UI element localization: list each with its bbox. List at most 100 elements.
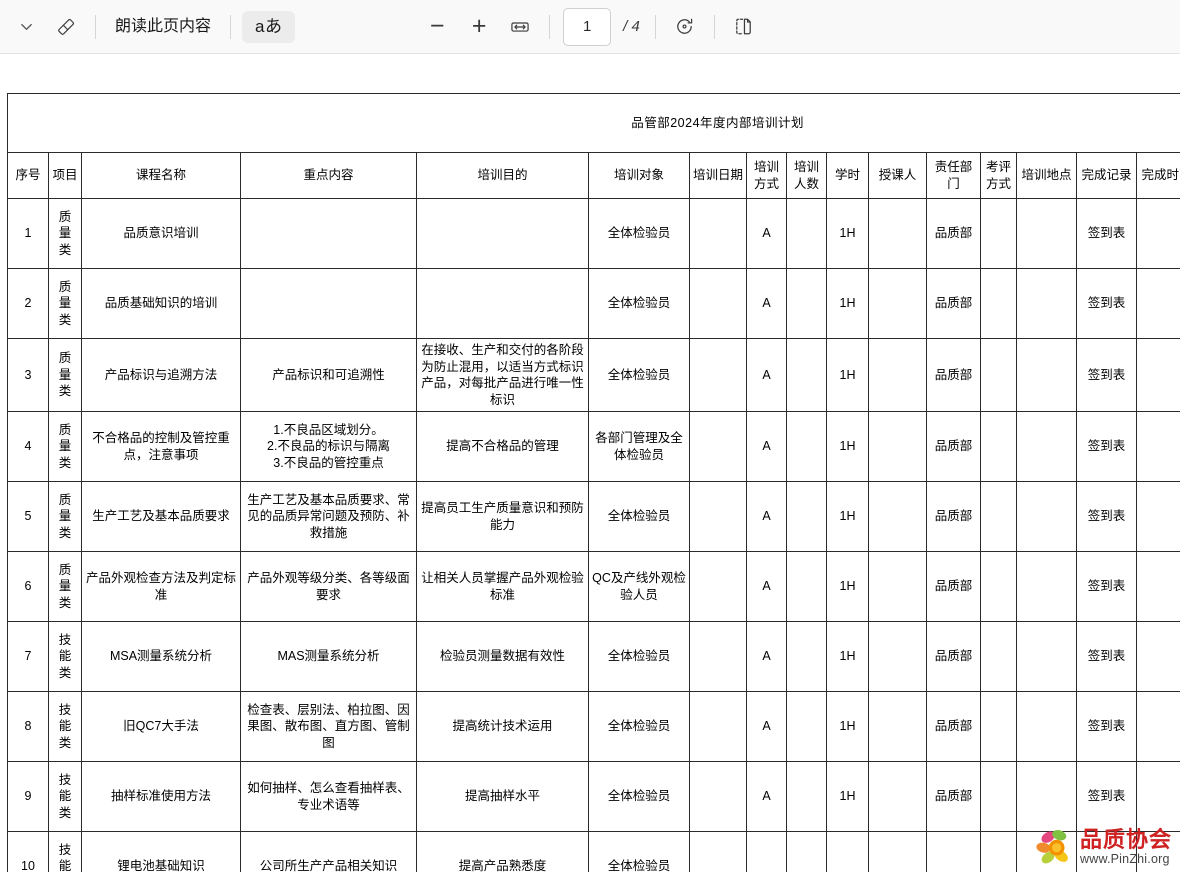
cell-category: 质量类: [48, 268, 82, 339]
cell-index: 3: [7, 338, 49, 412]
cell-location: [1016, 411, 1077, 482]
cell-object: 全体检验员: [588, 481, 690, 552]
rotate-clockwise-icon[interactable]: [665, 9, 705, 45]
cell-index: 6: [7, 551, 49, 622]
cell-lecturer: [868, 621, 927, 692]
cell-department: 品质部: [926, 411, 981, 482]
cell-course-name: 产品外观检查方法及判定标准: [81, 551, 241, 622]
cell-evaluation: [980, 268, 1017, 339]
page-layout-icon[interactable]: [724, 9, 764, 45]
zoom-out-button[interactable]: −: [416, 8, 458, 46]
cell-hours: 1H: [826, 338, 869, 412]
cell-record: 签到表: [1076, 338, 1137, 412]
cell-hours: 1H: [826, 761, 869, 832]
column-header: 培训地点: [1016, 152, 1077, 199]
table-row: 6 质量类 产品外观检查方法及判定标准 产品外观等级分类、各等级面要求 让相关人员掌握产…: [7, 551, 1180, 622]
cell-finish-time: [1136, 268, 1180, 339]
read-aloud-button[interactable]: 朗读此页内容: [105, 9, 221, 45]
toolbar-divider-1: [95, 14, 96, 39]
cell-course-name: 生产工艺及基本品质要求: [81, 481, 241, 552]
cell-finish-time: [1136, 831, 1180, 872]
text-size-button[interactable]: aあ: [242, 10, 296, 43]
cell-lecturer: [868, 338, 927, 412]
cell-key-content: MAS测量系统分析: [240, 621, 417, 692]
cell-people: [786, 411, 827, 482]
cell-lecturer: [868, 831, 927, 872]
cell-lecturer: [868, 411, 927, 482]
cell-finish-time: [1136, 481, 1180, 552]
cell-department: 品质部: [926, 481, 981, 552]
toolbar-divider-3: [549, 14, 551, 39]
cell-object: 全体检验员: [588, 621, 690, 692]
cell-mode: A: [746, 621, 787, 692]
cell-record: 签到表: [1076, 621, 1137, 692]
cell-location: [1016, 198, 1077, 269]
cell-location: [1016, 551, 1077, 622]
pdf-viewer-toolbar: 朗读此页内容 aあ − + / 4: [0, 0, 1180, 54]
cell-lecturer: [868, 551, 927, 622]
cell-finish-time: [1136, 761, 1180, 832]
cell-index: 1: [7, 198, 49, 269]
column-header: 完成时间: [1136, 152, 1180, 199]
cell-purpose: [416, 268, 589, 339]
table-header-row: 序号 项目 课程名称 重点内容 培训目的 培训对象 培训日期 培训方式 培训人数 学时 授课人 责任部…: [7, 152, 1180, 199]
cell-record: 签到表: [1076, 411, 1137, 482]
cell-location: [1016, 338, 1077, 412]
zoom-in-button[interactable]: +: [458, 8, 500, 46]
cell-purpose: 提高不合格品的管理: [416, 411, 589, 482]
cell-department: 品质部: [926, 551, 981, 622]
cell-course-name: 抽样标准使用方法: [81, 761, 241, 832]
column-header: 项目: [48, 152, 82, 199]
chevron-down-icon[interactable]: [6, 9, 46, 45]
cell-course-name: 旧QC7大手法: [81, 691, 241, 762]
cell-people: [786, 761, 827, 832]
column-header: 学时: [826, 152, 869, 199]
cell-evaluation: [980, 831, 1017, 872]
column-header: 授课人: [868, 152, 927, 199]
cell-department: 品质部: [926, 691, 981, 762]
cell-category: 质量类: [48, 481, 82, 552]
page-number-input[interactable]: [563, 7, 612, 46]
cell-key-content: 1.不良品区域划分。 2.不良品的标识与隔离 3.不良品的管控重点: [240, 411, 417, 482]
cell-key-content: 生产工艺及基本品质要求、常见的品质异常问题及预防、补救措施: [240, 481, 417, 552]
cell-department: 品质部: [926, 198, 981, 269]
cell-key-content: [240, 198, 417, 269]
cell-mode: A: [746, 411, 787, 482]
toolbar-divider-2: [230, 14, 232, 39]
cell-mode: A: [746, 481, 787, 552]
cell-department: 品质部: [926, 621, 981, 692]
cell-purpose: [416, 198, 589, 269]
column-header: 重点内容: [240, 152, 417, 199]
cell-date: [689, 691, 747, 762]
cell-lecturer: [868, 268, 927, 339]
cell-index: 7: [7, 621, 49, 692]
cell-purpose: 让相关人员掌握产品外观检验标准: [416, 551, 589, 622]
cell-date: [689, 481, 747, 552]
column-header: 考评方式: [980, 152, 1017, 199]
column-header: 完成记录: [1076, 152, 1137, 199]
table-row: 8 技能类 旧QC7大手法 检查表、层别法、柏拉图、因果图、散布图、直方图、管制图 提高…: [7, 691, 1180, 762]
cell-people: [786, 831, 827, 872]
cell-date: [689, 831, 747, 872]
cell-location: [1016, 268, 1077, 339]
cell-hours: [826, 831, 869, 872]
cell-date: [689, 338, 747, 412]
cell-evaluation: [980, 551, 1017, 622]
cell-location: [1016, 481, 1077, 552]
cell-key-content: 产品外观等级分类、各等级面要求: [240, 551, 417, 622]
cell-people: [786, 198, 827, 269]
cell-mode: A: [746, 691, 787, 762]
table-row: 2 质量类 品质基础知识的培训 全体检验员 A 1H 品质部 签到表: [7, 268, 1180, 339]
column-header: 序号: [7, 152, 49, 199]
cell-purpose: 提高员工生产质量意识和预防能力: [416, 481, 589, 552]
cell-people: [786, 551, 827, 622]
cell-record: 签到表: [1076, 198, 1137, 269]
table-row: 4 质量类 不合格品的控制及管控重点，注意事项 1.不良品区域划分。 2.不良品的标识…: [7, 411, 1180, 482]
cell-course-name: 锂电池基础知识: [81, 831, 241, 872]
fit-width-icon[interactable]: [500, 9, 540, 45]
cell-key-content: 公司所生产产品相关知识: [240, 831, 417, 872]
eraser-icon[interactable]: [46, 9, 86, 45]
cell-category: 质量类: [48, 551, 82, 622]
cell-category: 技能类: [48, 621, 82, 692]
cell-purpose: 在接收、生产和交付的各阶段为防止混用，以适当方式标识产品，对每批产品进行唯一性标…: [416, 338, 589, 412]
